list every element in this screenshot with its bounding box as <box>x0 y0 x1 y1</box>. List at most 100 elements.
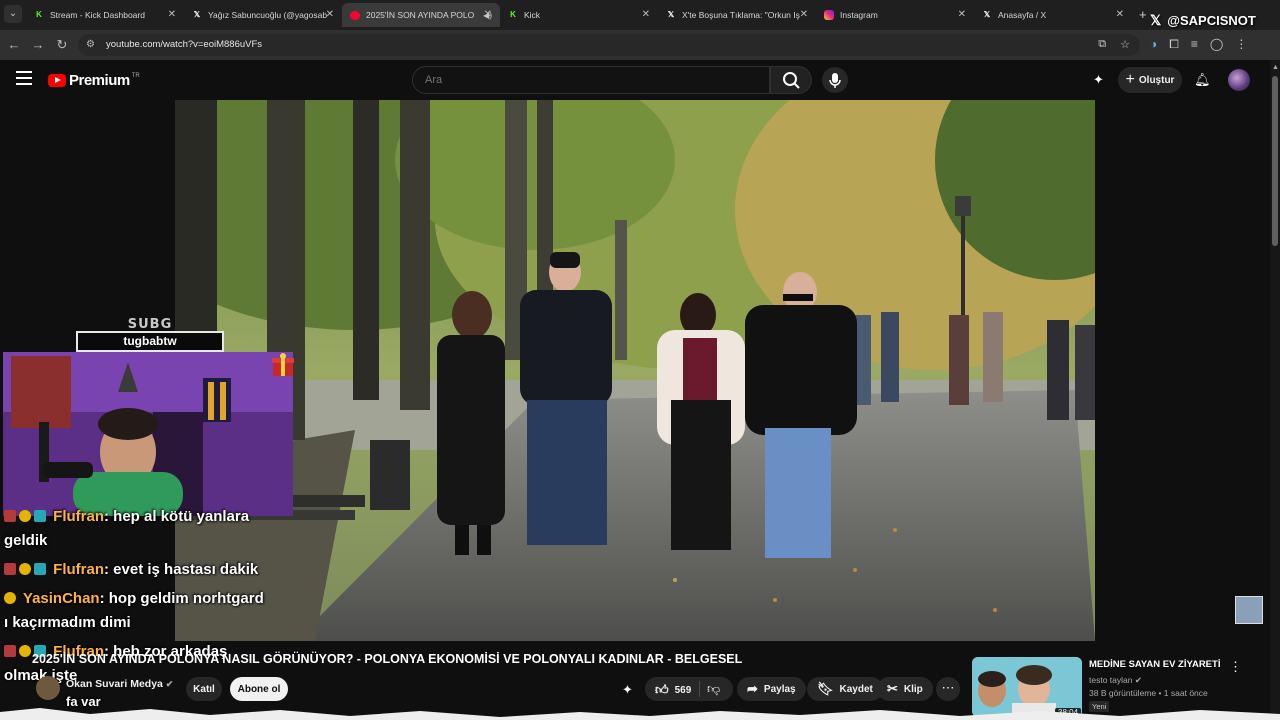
extension-icon[interactable]: ◑ <box>1150 37 1157 52</box>
clip-button[interactable]: ✂ Klip <box>877 677 933 701</box>
subscribe-button[interactable]: Abone ol <box>230 677 288 701</box>
moderator-badge-icon <box>4 563 16 575</box>
divider <box>699 681 700 697</box>
tab-x-post[interactable]: 𝕏 X'te Boşuna Tıklama: "Orkun Iş ✕ <box>658 3 816 27</box>
youtube-logo[interactable]: Premium TR <box>48 72 140 89</box>
dislike-button[interactable]: 👎︎ <box>707 681 720 697</box>
join-button[interactable]: Katıl <box>186 677 222 701</box>
kick-icon: K <box>34 10 44 20</box>
close-icon[interactable]: ✕ <box>326 9 334 20</box>
verified-check-icon: ✔ <box>1134 675 1142 685</box>
subgoal-overlay: SUBG tugbabtw <box>76 317 224 353</box>
torn-paper-edge <box>0 708 1280 720</box>
chat-message: Flufran: evet iş hastası dakik <box>4 561 304 578</box>
share-button[interactable]: ➦ Paylaş <box>737 677 806 701</box>
voice-search-button[interactable] <box>822 67 848 93</box>
tab-search-chevron-icon[interactable]: ⌄ <box>4 5 22 23</box>
plus-icon: + <box>1125 71 1135 88</box>
share-arrow-icon: ➦ <box>747 681 758 696</box>
subscriber-badge-icon <box>19 563 31 575</box>
address-bar[interactable]: ⚙ youtube.com/watch?v=eoiM886uVFs ⧉ ☆ <box>78 34 1140 56</box>
page-scrollbar[interactable]: ▲ <box>1270 60 1280 720</box>
search-input[interactable] <box>425 74 725 86</box>
chat-message-cont: ı kaçırmadım dimi <box>4 614 304 631</box>
youtube-header: Premium TR ✦ + Oluştur 🔔︎ <box>0 60 1270 100</box>
profile-icon[interactable]: ◯ <box>1210 37 1223 52</box>
scroll-up-arrow-icon[interactable]: ▲ <box>1272 64 1279 71</box>
close-icon[interactable]: ✕ <box>958 9 966 20</box>
kebab-menu-icon[interactable]: ⋮ <box>1229 659 1242 675</box>
small-thumbnail[interactable] <box>1235 596 1263 624</box>
puzzle-icon[interactable]: ⧠ <box>1169 37 1179 52</box>
tab-x-profile[interactable]: 𝕏 Yağız Sabuncuoğlu (@yagosab ✕ <box>184 3 342 27</box>
tab-youtube-active[interactable]: 2025'İN SON AYINDA POLO ◀) ✕ <box>342 3 500 27</box>
recommended-video-title[interactable]: MEDİNE SAYAN EV ZİYARETİ <box>1089 659 1220 670</box>
subg-name: tugbabtw <box>76 331 224 352</box>
scrollbar-thumb[interactable] <box>1272 76 1278 246</box>
video-player[interactable] <box>175 100 1095 641</box>
forward-arrow-icon[interactable]: → <box>30 37 46 52</box>
tab-instagram[interactable]: Instagram ✕ <box>816 3 974 27</box>
channel-name-text[interactable]: Okan Suvari Medya <box>66 678 163 690</box>
bookmark-star-icon[interactable]: ☆ <box>1120 38 1130 51</box>
tab-title: 2025'İN SON AYINDA POLO <box>366 10 475 20</box>
new-tab-plus-icon[interactable]: + <box>1139 7 1147 22</box>
ask-ai-sparkle-icon[interactable]: ✦ <box>622 682 633 698</box>
x-icon: 𝕏 <box>983 10 991 19</box>
watermark-text: @SAPCISNOT <box>1167 13 1256 28</box>
search-box[interactable] <box>412 66 770 94</box>
tab-title: Yağız Sabuncuoğlu (@yagosab <box>208 10 328 20</box>
reload-icon[interactable]: ↻ <box>54 37 70 53</box>
menu-hamburger-icon[interactable] <box>16 71 32 89</box>
video-frame-park-scene <box>175 100 1095 641</box>
close-icon[interactable]: ✕ <box>484 9 492 20</box>
install-app-icon[interactable]: ⧉ <box>1098 38 1106 51</box>
media-controls-icon[interactable]: ≡ <box>1191 37 1198 52</box>
site-info-icon[interactable]: ⚙ <box>86 39 95 50</box>
tab-kick-dashboard[interactable]: K Stream - Kick Dashboard ✕ <box>26 3 184 27</box>
save-button[interactable]: 🔖︎ Kaydet <box>807 677 883 701</box>
create-button[interactable]: + Oluştur <box>1118 67 1182 93</box>
webcam-overlay <box>3 352 293 516</box>
close-icon[interactable]: ✕ <box>642 9 650 20</box>
kick-icon: K <box>508 10 518 20</box>
thumbs-up-icon: 👍︎ <box>655 682 669 697</box>
recommended-channel-name[interactable]: testo taylan ✔ <box>1089 675 1142 686</box>
chat-message-cont: geldik <box>4 532 304 549</box>
avatar[interactable] <box>1228 69 1250 91</box>
youtube-icon <box>350 10 360 20</box>
channel-avatar[interactable] <box>36 676 60 700</box>
chat-message: Flufran: hep al kötü yanlara <box>4 508 304 525</box>
tab-x-home[interactable]: 𝕏 Anasayfa / X ✕ <box>974 3 1132 27</box>
close-icon[interactable]: ✕ <box>168 9 176 20</box>
channel-name-text[interactable]: testo taylan <box>1089 675 1132 685</box>
moderator-badge-icon <box>4 510 16 522</box>
chat-username: Flufran <box>53 508 105 525</box>
back-arrow-icon[interactable]: ← <box>6 37 22 52</box>
chat-username: Flufran <box>53 561 105 578</box>
subscriber-badge-icon <box>19 645 31 657</box>
x-icon: 𝕏 <box>193 10 201 19</box>
like-button[interactable]: 👍︎ 569 <box>655 682 691 698</box>
moderator-badge-icon <box>4 645 16 657</box>
close-icon[interactable]: ✕ <box>800 9 808 20</box>
video-title: 2025'İN SON AYINDA POLONYA NASIL GÖRÜNÜY… <box>32 652 743 666</box>
subscriber-badge-icon <box>4 592 16 604</box>
search-button[interactable] <box>770 66 812 94</box>
notification-bell-icon[interactable]: 🔔︎ <box>1194 72 1211 88</box>
x-icon: 𝕏 <box>667 10 675 19</box>
browser-toolbar: ← → ↻ ⚙ youtube.com/watch?v=eoiM886uVFs … <box>0 30 1280 60</box>
chat-text: geldik <box>4 532 48 549</box>
sparkle-icon[interactable]: ✦ <box>1093 72 1104 88</box>
more-actions-button[interactable]: ⋯ <box>936 677 960 701</box>
close-icon[interactable]: ✕ <box>1116 9 1124 20</box>
streamer-watermark: 𝕏 @SAPCISNOT <box>1150 12 1256 29</box>
clip-label: Klip <box>903 683 923 695</box>
webcam-feed <box>3 352 293 516</box>
kebab-menu-icon[interactable]: ⋮ <box>1235 37 1247 52</box>
share-label: Paylaş <box>763 683 796 695</box>
channel-name[interactable]: Okan Suvari Medya ✔ <box>66 678 173 690</box>
url-text[interactable]: youtube.com/watch?v=eoiM886uVFs <box>106 39 262 50</box>
og-badge-icon <box>34 563 46 575</box>
tab-kick[interactable]: K Kick ✕ <box>500 3 658 27</box>
